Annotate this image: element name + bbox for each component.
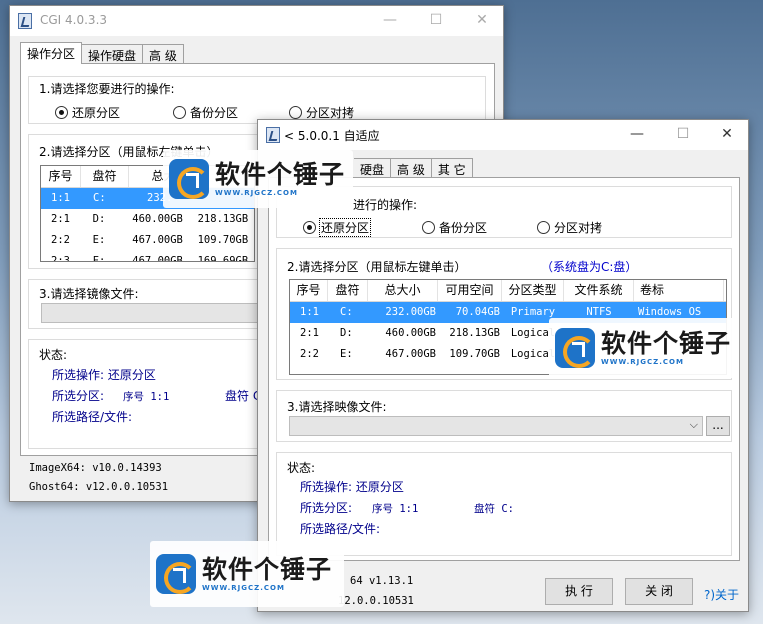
watermark-logo: 软件个锤子 WWW.RJGCZ.COM bbox=[163, 150, 353, 208]
radio-dot bbox=[173, 106, 186, 119]
status-path: 所选路径/文件: bbox=[300, 522, 381, 536]
status-partition-number: 序号 1:1 bbox=[123, 391, 170, 403]
tab-partition[interactable]: 操作分区 bbox=[20, 42, 83, 64]
minimize-button[interactable]: — bbox=[367, 6, 413, 36]
col-fs[interactable]: 文件系统 bbox=[564, 280, 634, 301]
table-row[interactable]: 2:3 F: 467.00GB 169.69GB bbox=[41, 251, 254, 261]
app-icon bbox=[266, 127, 280, 143]
system-disk-note: （系统盘为C:盘） bbox=[539, 258, 640, 275]
col-free[interactable]: 可用空间 bbox=[438, 280, 502, 301]
radio-backup[interactable]: 备份分区 bbox=[173, 104, 238, 121]
radio-dot bbox=[289, 106, 302, 119]
radio-dot bbox=[537, 221, 550, 234]
status-drive: 盘符 C: bbox=[474, 503, 514, 515]
window-title: < 5.0.0.1 自适应 bbox=[284, 129, 380, 143]
radio-dot bbox=[422, 221, 435, 234]
titlebar[interactable]: < 5.0.0.1 自适应 — ☐ ✕ bbox=[258, 120, 748, 150]
chevron-down-icon[interactable]: ⌵ bbox=[690, 418, 698, 432]
operation-label: 1.请选择您要进行的操作: bbox=[37, 80, 177, 97]
watermark-title: 软件个锤子 bbox=[202, 554, 333, 584]
operation-label: 进行的操作: bbox=[351, 196, 420, 213]
col-index[interactable]: 序号 bbox=[290, 280, 328, 301]
radio-restore[interactable]: 还原分区 bbox=[55, 104, 120, 121]
watermark-logo: 软件个锤子 WWW.RJGCZ.COM bbox=[150, 541, 344, 607]
radio-dot bbox=[303, 221, 316, 234]
watermark-icon bbox=[156, 554, 196, 594]
status-operation: 所选操作: 还原分区 bbox=[52, 368, 156, 382]
status-operation: 所选操作: 还原分区 bbox=[300, 480, 404, 494]
col-drive[interactable]: 盘符 bbox=[81, 166, 129, 187]
tool-version: 64 v1.13.1 bbox=[350, 575, 414, 587]
titlebar[interactable]: CGI 4.0.3.3 — ☐ ✕ bbox=[10, 6, 503, 36]
col-index[interactable]: 序号 bbox=[41, 166, 81, 187]
radio-backup[interactable]: 备份分区 bbox=[422, 219, 487, 236]
watermark-icon bbox=[555, 328, 595, 368]
browse-button[interactable]: ... bbox=[706, 416, 730, 436]
status-label: 状态: bbox=[37, 346, 70, 363]
partition-label: 2.请选择分区（用鼠标左键单击） bbox=[285, 258, 469, 275]
execute-button[interactable]: 执 行 bbox=[545, 578, 613, 605]
col-drive[interactable]: 盘符 bbox=[328, 280, 368, 301]
col-label[interactable]: 卷标 bbox=[634, 280, 724, 301]
table-row[interactable]: 2:1 D: 460.00GB 218.13GB bbox=[41, 209, 254, 230]
tab-advanced[interactable]: 高 级 bbox=[390, 158, 432, 178]
status-path: 所选路径/文件: bbox=[52, 410, 133, 424]
tab-advanced[interactable]: 高 级 bbox=[142, 44, 184, 64]
watermark-url: WWW.RJGCZ.COM bbox=[215, 188, 298, 197]
col-type[interactable]: 分区类型 bbox=[502, 280, 564, 301]
maximize-button[interactable]: ☐ bbox=[413, 6, 459, 36]
app-icon bbox=[18, 13, 32, 29]
image-label: 3.请选择镜像文件: bbox=[37, 285, 141, 302]
col-size[interactable]: 总大小 bbox=[368, 280, 438, 301]
watermark-icon bbox=[169, 159, 209, 199]
close-button[interactable]: ✕ bbox=[459, 6, 505, 36]
watermark-title: 软件个锤子 bbox=[601, 328, 732, 358]
close-button[interactable]: ✕ bbox=[704, 120, 750, 150]
table-header: 序号 盘符 总大小 可用空间 分区类型 文件系统 卷标 bbox=[290, 280, 726, 302]
minimize-button[interactable]: — bbox=[614, 120, 660, 150]
watermark-url: WWW.RJGCZ.COM bbox=[601, 357, 684, 366]
about-link[interactable]: ?)关于 bbox=[704, 586, 739, 603]
tab-disk[interactable]: 硬盘 bbox=[354, 158, 392, 178]
status-label: 状态: bbox=[285, 459, 318, 476]
image-path-dropdown[interactable]: ⌵ bbox=[289, 416, 703, 436]
status-partition-label: 所选分区: bbox=[300, 501, 353, 515]
tab-disk[interactable]: 操作硬盘 bbox=[81, 44, 144, 64]
radio-dot bbox=[55, 106, 68, 119]
table-row[interactable]: 2:2 E: 467.00GB 109.70GB bbox=[41, 230, 254, 251]
close-dialog-button[interactable]: 关 闭 bbox=[625, 578, 693, 605]
status-partition-number: 序号 1:1 bbox=[372, 503, 419, 515]
watermark-url: WWW.RJGCZ.COM bbox=[202, 583, 285, 592]
watermark-title: 软件个锤子 bbox=[215, 159, 346, 189]
watermark-logo: 软件个锤子 WWW.RJGCZ.COM bbox=[549, 318, 739, 378]
image-label: 3.请选择映像文件: bbox=[285, 398, 389, 415]
status-partition-label: 所选分区: bbox=[52, 389, 105, 403]
ghost-version: Ghost64: v12.0.0.10531 bbox=[29, 481, 169, 493]
radio-restore[interactable]: 还原分区 bbox=[303, 218, 372, 237]
radio-copy[interactable]: 分区对拷 bbox=[537, 219, 602, 236]
window-title: CGI 4.0.3.3 bbox=[40, 13, 108, 27]
imagex-version: ImageX64: v10.0.14393 bbox=[29, 462, 162, 474]
maximize-button[interactable]: ☐ bbox=[660, 120, 706, 150]
ghost-version: 12.0.0.10531 bbox=[338, 595, 414, 607]
image-path-input[interactable] bbox=[41, 303, 271, 323]
tab-other[interactable]: 其 它 bbox=[430, 158, 473, 178]
